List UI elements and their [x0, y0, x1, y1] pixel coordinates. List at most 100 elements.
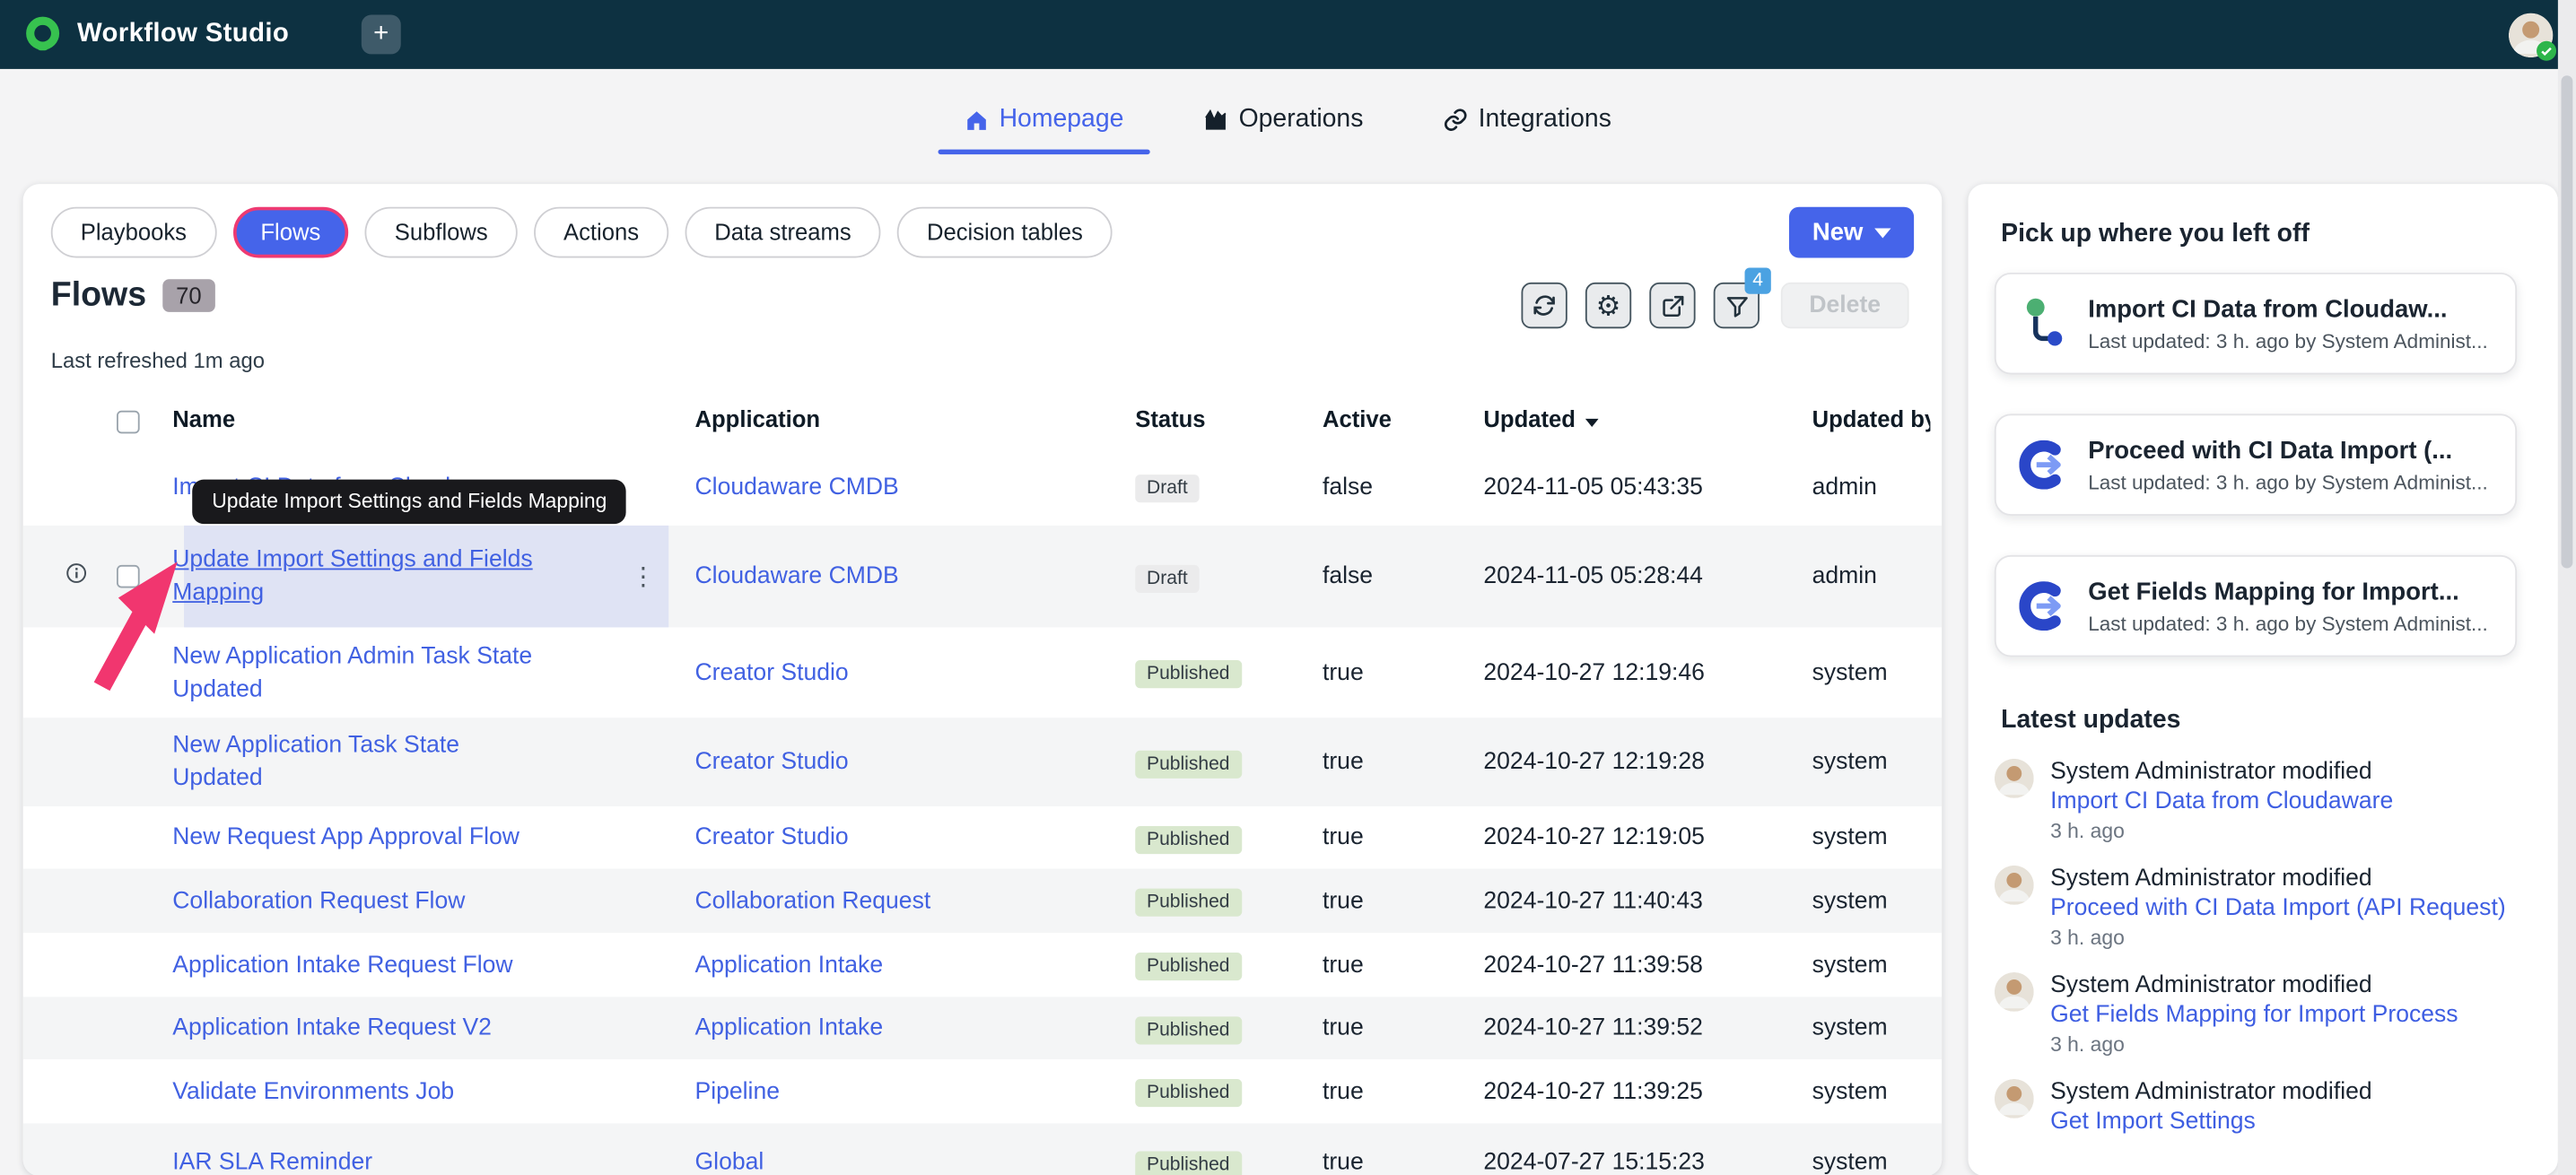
- update-link[interactable]: Proceed with CI Data Import (API Request…: [2050, 893, 2511, 923]
- active-value: true: [1322, 1149, 1364, 1175]
- flows-count-badge: 70: [162, 279, 215, 312]
- status-badge: Draft: [1135, 563, 1200, 593]
- proceed-arrow-icon: [2019, 440, 2061, 490]
- delete-button[interactable]: Delete: [1780, 282, 1909, 329]
- tab-homepage[interactable]: Homepage: [938, 99, 1150, 155]
- table-row[interactable]: Application Intake Request V2 Applicatio…: [22, 997, 1943, 1059]
- table-row[interactable]: Collaboration Request Flow Collaboration…: [22, 868, 1943, 934]
- active-tab-underline: [938, 148, 1150, 155]
- workflow-studio-app: Workflow Studio + Homepage Operations In…: [0, 0, 2576, 1175]
- activity-sidebar: Pick up where you left off Import CI Dat…: [1968, 184, 2558, 1175]
- active-value: false: [1322, 563, 1374, 590]
- status-badge: Published: [1135, 952, 1242, 981]
- export-button[interactable]: [1649, 282, 1696, 329]
- application-link[interactable]: Pipeline: [695, 1078, 780, 1104]
- flows-table: Import CI Data from Cloudaware Cloudawar…: [22, 448, 1943, 1175]
- primary-tabs: Homepage Operations Integrations: [0, 99, 2576, 155]
- latest-updates-title: Latest updates: [2001, 706, 2181, 735]
- flow-name-link[interactable]: New Request App Approval Flow: [172, 824, 520, 850]
- chevron-down-icon: [1874, 227, 1891, 238]
- application-link[interactable]: Global: [695, 1150, 764, 1175]
- table-row[interactable]: New Application Task State Updated Creat…: [22, 718, 1943, 807]
- table-row[interactable]: Application Intake Request Flow Applicat…: [23, 933, 1943, 997]
- pill-actions[interactable]: Actions: [534, 206, 669, 258]
- flow-name-link[interactable]: IAR SLA Reminder: [172, 1150, 372, 1175]
- application-link[interactable]: Creator Studio: [695, 659, 849, 685]
- pickup-card[interactable]: Proceed with CI Data Import (... Last up…: [1994, 413, 2518, 516]
- table-row[interactable]: Validate Environments Job Pipeline Publi…: [23, 1059, 1943, 1123]
- updated-value: 2024-07-27 15:15:23: [1483, 1149, 1705, 1175]
- application-link[interactable]: Creator Studio: [695, 824, 849, 850]
- application-link[interactable]: Application Intake: [695, 952, 884, 978]
- page-scrollbar[interactable]: [2557, 0, 2576, 1175]
- tab-integrations[interactable]: Integrations: [1429, 99, 1625, 154]
- select-all-checkbox[interactable]: [117, 410, 140, 434]
- pickup-card-title: Get Fields Mapping for Import...: [2088, 578, 2459, 606]
- pill-data-streams[interactable]: Data streams: [685, 206, 881, 258]
- online-check-icon: [2537, 39, 2557, 60]
- table-header: Name Application Status Active Updated U…: [23, 405, 1943, 448]
- new-tab-button[interactable]: +: [361, 14, 401, 55]
- status-badge: Published: [1135, 749, 1242, 778]
- scrollbar-thumb[interactable]: [2561, 75, 2573, 569]
- status-badge: Published: [1135, 1078, 1242, 1108]
- last-refreshed-text: Last refreshed 1m ago: [50, 348, 265, 373]
- integrations-link-icon: [1444, 109, 1467, 131]
- active-value: true: [1322, 659, 1364, 686]
- pill-flows[interactable]: Flows: [232, 206, 349, 258]
- application-link[interactable]: Collaboration Request: [695, 888, 931, 914]
- update-link[interactable]: Get Fields Mapping for Import Process: [2050, 1000, 2511, 1030]
- kebab-menu-icon[interactable]: ⋮: [631, 561, 655, 591]
- pickup-card-title: Import CI Data from Cloudaw...: [2088, 295, 2448, 324]
- application-link[interactable]: Cloudaware CMDB: [695, 563, 899, 589]
- application-link[interactable]: Application Intake: [695, 1015, 884, 1041]
- operations-chart-icon: [1205, 109, 1227, 130]
- updated-value: 2024-10-27 11:39:52: [1483, 1014, 1703, 1041]
- column-status[interactable]: Status: [1135, 405, 1205, 431]
- pill-decision-tables[interactable]: Decision tables: [896, 206, 1113, 258]
- info-icon[interactable]: [65, 562, 87, 590]
- tab-operations[interactable]: Operations: [1190, 99, 1376, 154]
- flow-name-link[interactable]: New Application Task State Updated: [172, 733, 459, 792]
- table-row[interactable]: New Request App Approval Flow Creator St…: [23, 806, 1943, 869]
- pickup-card-subtitle: Last updated: 3 h. ago by System Adminis…: [2088, 471, 2488, 495]
- pickup-card-subtitle: Last updated: 3 h. ago by System Adminis…: [2088, 330, 2488, 353]
- flow-name-link[interactable]: Update Import Settings and Fields Mappin…: [172, 547, 532, 606]
- update-link[interactable]: Get Import Settings: [2050, 1107, 2511, 1136]
- table-row[interactable]: IAR SLA Reminder Global Published true 2…: [22, 1123, 1943, 1175]
- sort-desc-icon: [1585, 418, 1599, 428]
- user-avatar[interactable]: [2508, 12, 2557, 60]
- updated-by-value: system: [1812, 659, 1888, 686]
- flow-name-link[interactable]: Collaboration Request Flow: [172, 888, 465, 914]
- pickup-card[interactable]: Import CI Data from Cloudaw... Last upda…: [1994, 272, 2518, 375]
- active-value: false: [1322, 474, 1374, 500]
- export-icon: [1662, 295, 1683, 317]
- column-updated-by[interactable]: Updated by: [1812, 405, 1931, 431]
- pickup-card-title: Proceed with CI Data Import (...: [2088, 437, 2453, 466]
- pill-subflows[interactable]: Subflows: [364, 206, 518, 258]
- settings-button[interactable]: ⚙: [1585, 282, 1632, 329]
- application-link[interactable]: Cloudaware CMDB: [695, 474, 899, 500]
- updated-value: 2024-10-27 11:39:58: [1483, 952, 1703, 979]
- updated-by-value: system: [1812, 1149, 1888, 1175]
- update-actor: System Administrator modified: [2050, 1078, 2372, 1106]
- table-row[interactable]: New Application Admin Task State Updated…: [23, 627, 1943, 718]
- flow-name-link[interactable]: Application Intake Request Flow: [172, 952, 512, 978]
- active-value: true: [1322, 1014, 1364, 1041]
- flow-name-link[interactable]: Application Intake Request V2: [172, 1015, 492, 1041]
- column-updated-sorted[interactable]: Updated: [1483, 405, 1599, 432]
- refresh-button[interactable]: [1521, 282, 1567, 329]
- flow-name-link[interactable]: Validate Environments Job: [172, 1078, 454, 1104]
- pickup-card[interactable]: Get Fields Mapping for Import... Last up…: [1994, 554, 2518, 657]
- column-application[interactable]: Application: [695, 405, 821, 431]
- active-value: true: [1322, 824, 1364, 851]
- table-row-hovered[interactable]: Update Import Settings and Fields Mappin…: [22, 525, 1943, 628]
- update-link[interactable]: Import CI Data from Cloudaware: [2050, 787, 2511, 816]
- new-button[interactable]: New: [1789, 206, 1915, 258]
- pill-playbooks[interactable]: Playbooks: [50, 206, 216, 258]
- column-name[interactable]: Name: [172, 405, 235, 431]
- application-link[interactable]: Creator Studio: [695, 749, 849, 775]
- flow-name-link[interactable]: New Application Admin Task State Updated: [172, 643, 532, 702]
- column-active[interactable]: Active: [1323, 405, 1392, 431]
- status-badge: Published: [1135, 1150, 1242, 1175]
